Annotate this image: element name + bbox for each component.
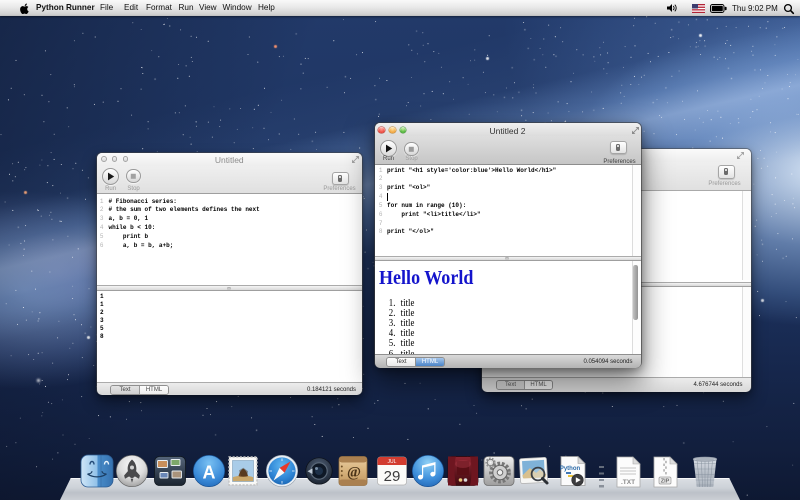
svg-text:ZIP: ZIP (661, 479, 670, 485)
svg-text:29: 29 (384, 468, 401, 485)
svg-text:@: @ (347, 465, 361, 481)
svg-text:Python: Python (559, 466, 580, 472)
svg-text:.TXT: .TXT (620, 479, 634, 486)
svg-text:JUL: JUL (388, 459, 397, 465)
svg-text:A: A (202, 463, 215, 483)
